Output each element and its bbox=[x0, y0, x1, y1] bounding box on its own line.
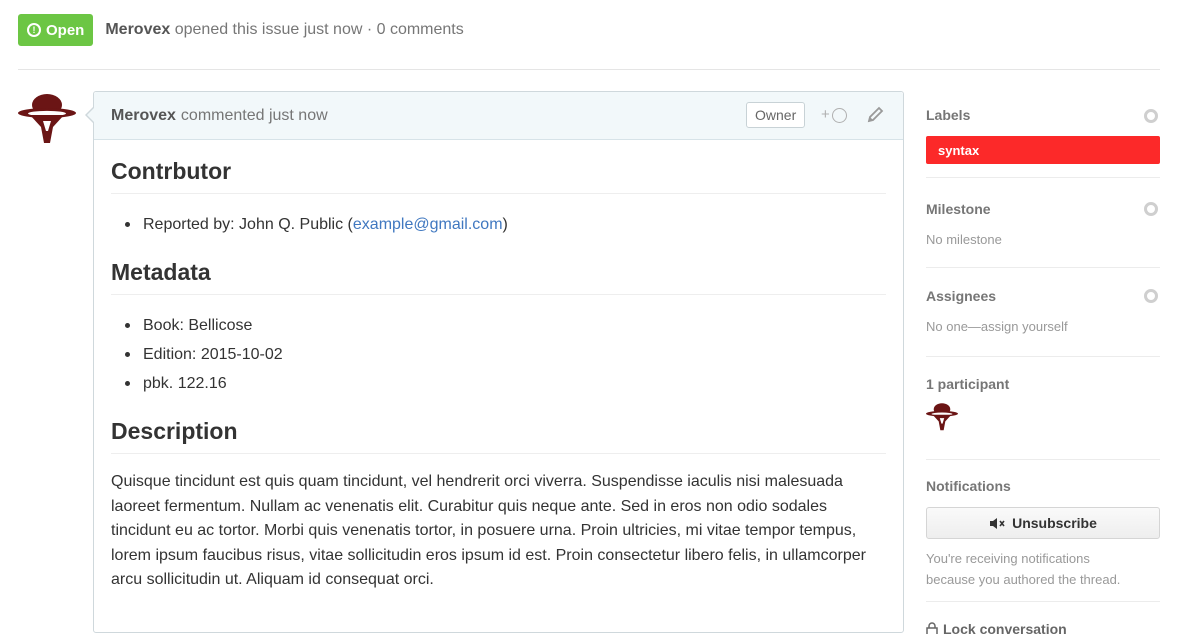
labels-title[interactable]: Labels bbox=[926, 107, 1160, 123]
metadata-list: Book: Bellicose Edition: 2015-10-02 pbk.… bbox=[111, 311, 886, 398]
comment-author-link[interactable]: Merovex bbox=[111, 107, 176, 125]
issue-meta-text: opened this issue just now · 0 comments bbox=[174, 21, 464, 38]
label-syntax[interactable]: syntax bbox=[926, 136, 1160, 164]
reported-by-text: Reported by: John Q. Public ( bbox=[143, 216, 353, 233]
sidebar: Labels syntax Milestone No milestone Ass… bbox=[926, 91, 1160, 634]
owner-badge: Owner bbox=[746, 102, 806, 128]
participants-section: 1 participant bbox=[926, 357, 1160, 460]
assignees-value[interactable]: No one—assign yourself bbox=[926, 319, 1160, 334]
reaction-plus: + bbox=[821, 106, 830, 123]
list-item: Edition: 2015-10-02 bbox=[111, 340, 886, 369]
comment-time: commented just now bbox=[180, 106, 328, 124]
notification-reason-line-2: because you authored the thread. bbox=[926, 572, 1121, 587]
milestone-title[interactable]: Milestone bbox=[926, 201, 1160, 217]
pencil-icon[interactable] bbox=[866, 105, 884, 125]
lock-label: Lock conversation bbox=[943, 621, 1067, 634]
list-item: pbk. 122.16 bbox=[111, 369, 886, 398]
assignees-title[interactable]: Assignees bbox=[926, 288, 1160, 304]
lock-conversation-link[interactable]: Lock conversation bbox=[926, 621, 1067, 634]
assignees-section: Assignees No one—assign yourself bbox=[926, 268, 1160, 357]
comment-body: Contrbutor Reported by: John Q. Public (… bbox=[94, 140, 903, 593]
gear-icon[interactable] bbox=[1144, 202, 1158, 216]
notifications-section: Notifications Unsubscribe You're receivi… bbox=[926, 460, 1160, 602]
unsubscribe-button[interactable]: Unsubscribe bbox=[926, 507, 1160, 539]
participants-title: 1 participant bbox=[926, 376, 1010, 392]
issue-state-label: Open bbox=[46, 21, 85, 39]
notifications-title: Notifications bbox=[926, 478, 1011, 494]
issue-opened-icon: ! bbox=[27, 23, 41, 37]
issue-header: ! Open Merovex opened this issue just no… bbox=[18, 14, 464, 46]
unsubscribe-label: Unsubscribe bbox=[1012, 515, 1097, 531]
gear-icon[interactable] bbox=[1144, 289, 1158, 303]
header-divider bbox=[18, 69, 1160, 70]
mute-icon bbox=[990, 517, 1005, 529]
lock-icon bbox=[926, 622, 938, 634]
notification-reason-line-1: You're receiving notifications bbox=[926, 551, 1090, 566]
notification-reason: You're receiving notifications because y… bbox=[926, 548, 1160, 590]
list-item: Reported by: John Q. Public (example@gma… bbox=[111, 210, 886, 239]
milestone-section: Milestone No milestone bbox=[926, 178, 1160, 268]
issue-author-link[interactable]: Merovex bbox=[105, 21, 170, 38]
contributor-list: Reported by: John Q. Public (example@gma… bbox=[111, 210, 886, 239]
comment-header: Merovex commented just now Owner + bbox=[94, 92, 903, 140]
list-item: Book: Bellicose bbox=[111, 311, 886, 340]
gear-icon[interactable] bbox=[1144, 109, 1158, 123]
description-text: Quisque tincidunt est quis quam tincidun… bbox=[111, 473, 866, 588]
issue-state-badge: ! Open bbox=[18, 14, 94, 46]
issue-meta: Merovex opened this issue just now · 0 c… bbox=[105, 21, 463, 39]
reported-by-end: ) bbox=[502, 216, 508, 233]
participant-avatar[interactable] bbox=[926, 402, 958, 432]
labels-section: Labels syntax bbox=[926, 91, 1160, 178]
milestone-value: No milestone bbox=[926, 232, 1002, 247]
add-reaction-button[interactable]: + bbox=[821, 106, 847, 123]
metadata-heading: Metadata bbox=[111, 259, 886, 295]
description-heading: Description bbox=[111, 418, 886, 454]
avatar[interactable] bbox=[18, 94, 76, 144]
smiley-icon bbox=[831, 107, 847, 123]
comment-box: Merovex commented just now Owner + Contr… bbox=[85, 91, 904, 633]
email-link[interactable]: example@gmail.com bbox=[353, 216, 503, 233]
contributor-heading: Contrbutor bbox=[111, 158, 886, 194]
